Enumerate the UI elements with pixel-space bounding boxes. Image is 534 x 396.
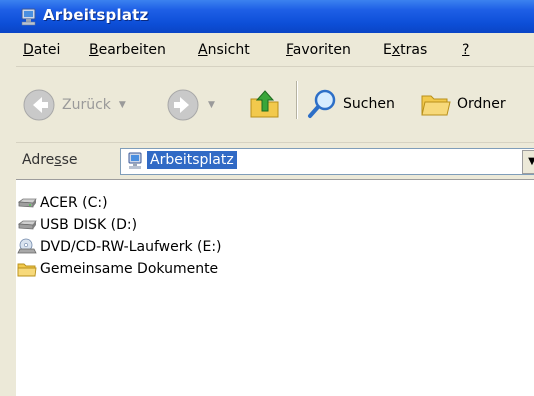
list-item[interactable]: Gemeinsame Dokumente (16, 258, 218, 280)
list-item[interactable]: ACER (C:) (16, 192, 108, 214)
menu-file-rest: atei (33, 42, 61, 58)
menu-help[interactable]: ? (462, 42, 469, 58)
address-label: Adresse (22, 152, 78, 168)
list-item-label: USB DISK (D:) (40, 217, 138, 233)
address-bar: Adresse Arbeitsplatz ▼ (16, 143, 534, 180)
address-dropdown-icon[interactable]: ▼ (522, 150, 534, 174)
menu-favorites[interactable]: Favoriten (286, 42, 351, 58)
window-left-frame (0, 33, 16, 396)
toolbar-separator (296, 81, 297, 119)
search-button[interactable]: Suchen (305, 87, 395, 121)
search-icon (308, 89, 336, 118)
forward-arrow-icon (167, 89, 199, 121)
folder-icon (16, 260, 38, 278)
address-value: Arbeitsplatz (147, 151, 237, 169)
search-label: Suchen (343, 96, 395, 112)
computer-icon (21, 8, 36, 26)
title-bar[interactable]: Arbeitsplatz (0, 0, 534, 33)
menu-view[interactable]: Ansicht (198, 42, 250, 58)
address-field[interactable]: Arbeitsplatz (120, 148, 534, 175)
list-item-label: DVD/CD-RW-Laufwerk (E:) (40, 239, 222, 255)
menu-bar: Datei Bearbeiten Ansicht Favoriten Extra… (16, 33, 534, 67)
toolbar: Zurück ▼ ▼ Suchen Ordner (16, 67, 534, 143)
menu-tools[interactable]: Extras (383, 42, 427, 58)
hard-drive-icon (16, 194, 38, 212)
explorer-window: Arbeitsplatz Datei Bearbeiten Ansicht Fa… (0, 0, 534, 396)
forward-button[interactable]: ▼ (166, 88, 215, 122)
list-item[interactable]: DVD/CD-RW-Laufwerk (E:) (16, 236, 222, 258)
up-folder-button[interactable] (248, 87, 282, 121)
back-arrow-icon (23, 89, 55, 121)
hard-drive-icon (16, 216, 38, 234)
list-item-label: ACER (C:) (40, 195, 108, 211)
list-item-label: Gemeinsame Dokumente (40, 261, 219, 277)
computer-icon (128, 152, 142, 169)
file-list: ACER (C:) USB DISK (D:) DVD/CD-RW-Laufwe… (16, 180, 534, 396)
folders-label: Ordner (457, 96, 506, 112)
up-folder-icon (250, 90, 279, 118)
forward-dropdown-icon[interactable]: ▼ (208, 100, 215, 110)
folders-icon (421, 95, 451, 116)
menu-edit[interactable]: Bearbeiten (89, 42, 166, 58)
list-item[interactable]: USB DISK (D:) (16, 214, 137, 236)
window-title: Arbeitsplatz (43, 6, 149, 24)
cd-drive-icon (16, 238, 38, 256)
back-label: Zurück (62, 97, 111, 113)
folders-button[interactable]: Ordner (419, 87, 506, 121)
back-dropdown-icon[interactable]: ▼ (119, 100, 126, 110)
back-button[interactable]: Zurück ▼ (22, 88, 126, 122)
menu-file[interactable]: Datei (23, 42, 60, 58)
